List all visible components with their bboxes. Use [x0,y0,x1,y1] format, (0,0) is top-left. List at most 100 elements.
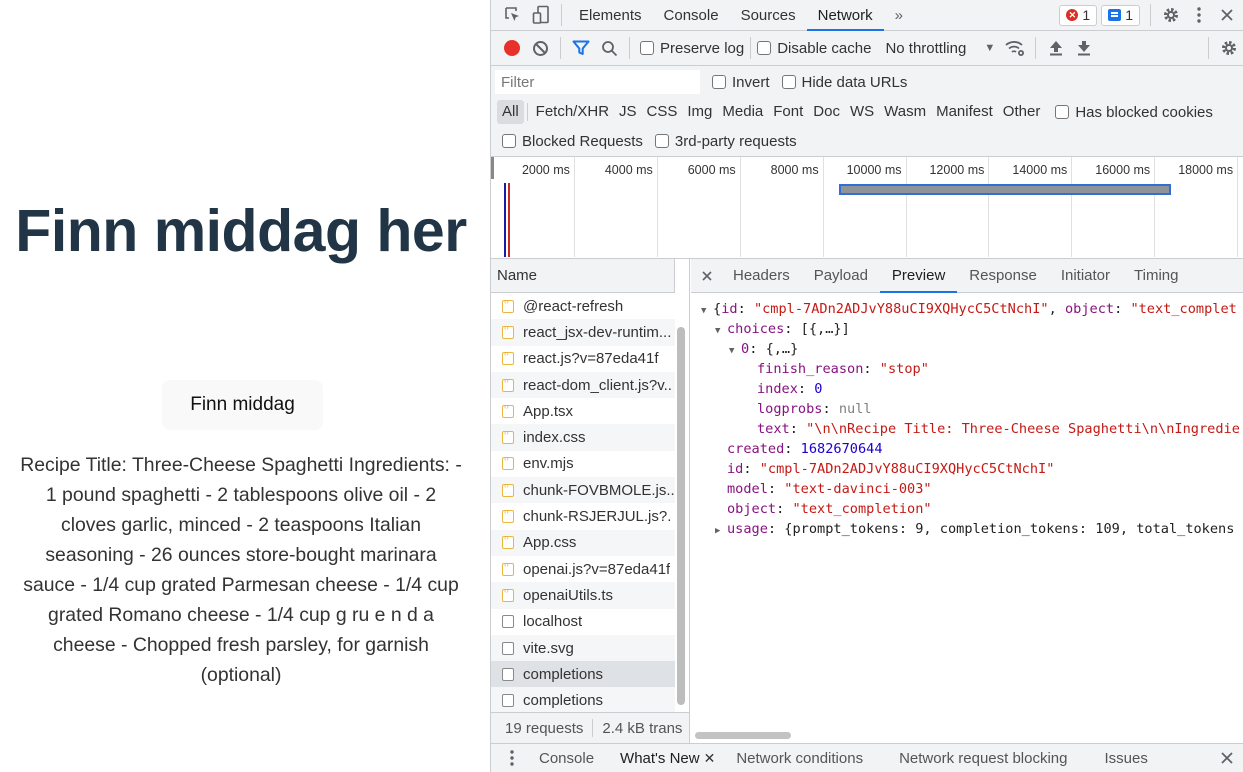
import-har-icon[interactable] [1042,34,1070,62]
type-doc[interactable]: Doc [808,100,845,124]
network-status-bar: 19 requests 2.4 kB trans [491,712,690,743]
network-overview-timeline[interactable]: 2000 ms 4000 ms 6000 ms 8000 ms 10000 ms 1200… [491,157,1243,259]
settings-gear-icon[interactable] [1157,1,1185,29]
network-conditions-icon[interactable] [1001,34,1029,62]
request-row[interactable]: openai.js?v=87eda41f [491,556,675,582]
request-row[interactable]: openaiUtils.ts [491,582,675,609]
request-row[interactable]: chunk-RSJERJUL.js?. [491,503,675,529]
type-js[interactable]: JS [614,100,642,124]
document-file-icon [502,694,514,708]
drawer-tab-network-conditions[interactable]: Network conditions [723,750,876,767]
more-options-icon[interactable] [1185,1,1213,29]
tab-initiator[interactable]: Initiator [1049,259,1122,293]
request-row[interactable]: localhost [491,609,675,635]
json-root-line[interactable]: ▼ {id: "cmpl-7ADn2ADJvY88uCI9XQHycC5CtNch… [701,299,1243,319]
clear-button[interactable] [526,34,554,62]
request-list-scrollbar[interactable] [677,327,685,705]
error-count-badge[interactable]: ✕ 1 [1059,4,1098,26]
request-row[interactable]: completions [491,661,675,688]
third-party-requests-checkbox[interactable]: 3rd-party requests [654,133,797,150]
request-row[interactable]: chunk-FOVBMOLE.js.. [491,477,675,504]
json-usage-line[interactable]: ▶ usage: {prompt_tokens: 9, completion_to… [701,519,1243,539]
filter-toggle-button[interactable] [567,34,595,62]
json-choice-0-line[interactable]: ▼ 0: {,…} [701,339,1243,359]
type-css[interactable]: CSS [642,100,683,124]
collapsed-triangle-icon[interactable]: ▶ [715,521,727,541]
type-font[interactable]: Font [768,100,808,124]
type-img[interactable]: Img [682,100,717,124]
drawer-tab-network-request-blocking[interactable]: Network request blocking [876,750,1080,767]
close-devtools-icon[interactable] [1213,1,1241,29]
json-choices-line[interactable]: ▼ choices: [{,…}] [701,319,1243,339]
type-wasm[interactable]: Wasm [879,100,931,124]
close-whats-new-icon[interactable]: ✕ [704,750,716,767]
preview-horizontal-scrollbar[interactable] [695,732,791,739]
type-other[interactable]: Other [998,100,1046,124]
type-manifest[interactable]: Manifest [931,100,998,124]
request-row[interactable]: react-dom_client.js?v.. [491,371,675,399]
device-toolbar-icon[interactable] [527,1,555,29]
tab-timing[interactable]: Timing [1122,259,1190,293]
request-name: react_jsx-dev-runtim... [523,323,672,341]
request-row[interactable]: @react-refresh [491,293,675,319]
export-har-icon[interactable] [1070,34,1098,62]
type-ws[interactable]: WS [845,100,879,124]
type-all[interactable]: All [497,100,524,124]
name-column-header[interactable]: Name [491,259,675,293]
divider [592,719,594,737]
tab-payload[interactable]: Payload [802,259,880,293]
request-name: localhost [523,613,583,631]
request-row[interactable]: index.css [491,424,675,451]
network-settings-gear-icon[interactable] [1215,34,1243,62]
devtools-main-tabbar: Elements Console Sources Network » ✕ 1 1 [491,0,1243,31]
request-row[interactable]: App.tsx [491,398,675,424]
has-blocked-cookies-checkbox[interactable]: Has blocked cookies [1055,104,1213,121]
timeline-tick-label: 14000 ms [1012,163,1068,177]
expanded-triangle-icon[interactable]: ▼ [701,301,713,321]
tab-preview[interactable]: Preview [879,259,958,293]
request-row[interactable]: vite.svg [491,634,675,662]
tab-network[interactable]: Network [806,0,884,31]
script-file-icon [502,325,514,339]
timeline-gridline [1237,157,1239,257]
blocked-requests-checkbox[interactable]: Blocked Requests [502,133,643,150]
request-row[interactable]: completions [491,687,675,712]
tab-sources[interactable]: Sources [730,0,807,31]
type-fetch-xhr[interactable]: Fetch/XHR [531,100,614,124]
preserve-log-checkbox[interactable]: Preserve log [640,40,744,57]
request-row[interactable]: react_jsx-dev-runtim... [491,319,675,346]
find-dinner-button[interactable]: Finn middag [162,380,323,430]
record-button[interactable] [498,34,526,62]
request-row[interactable]: react.js?v=87eda41f [491,346,675,372]
search-button[interactable] [595,34,623,62]
filter-input[interactable] [495,70,700,94]
drawer-tab-issues[interactable]: Issues [1081,750,1161,767]
drawer-menu-icon[interactable] [498,744,526,772]
close-drawer-icon[interactable] [1213,744,1241,772]
inspect-element-icon[interactable] [499,1,527,29]
message-count-badge[interactable]: 1 [1101,4,1140,26]
json-text: text: "\n\nRecipe Title: Three-Cheese Sp… [757,421,1240,437]
tab-headers[interactable]: Headers [721,259,802,293]
drawer-tab-whats-new[interactable]: What's New [607,750,704,767]
resource-type-filter: All Fetch/XHR JS CSS Img Media Font Doc … [491,98,1243,126]
tab-console[interactable]: Console [653,0,730,31]
type-media[interactable]: Media [717,100,768,124]
throttling-select[interactable]: No throttling ▼ [885,40,995,57]
tab-response[interactable]: Response [957,259,1049,293]
completions-request-bar [839,184,1171,195]
request-row[interactable]: env.mjs [491,451,675,477]
expanded-triangle-icon[interactable]: ▼ [729,341,741,361]
disable-cache-checkbox[interactable]: Disable cache [757,40,871,57]
script-file-icon [502,535,514,550]
json-model: model: "text-davinci-003" [727,481,932,497]
document-file-icon [502,615,514,629]
close-detail-icon[interactable] [693,262,721,290]
tab-elements[interactable]: Elements [568,0,653,31]
request-row[interactable]: App.css [491,529,675,556]
more-tabs-icon[interactable]: » [884,0,914,31]
hide-data-urls-checkbox[interactable]: Hide data URLs [781,74,907,91]
invert-checkbox[interactable]: Invert [712,74,770,91]
drawer-tab-console[interactable]: Console [526,750,607,767]
expanded-triangle-icon[interactable]: ▼ [715,321,727,341]
